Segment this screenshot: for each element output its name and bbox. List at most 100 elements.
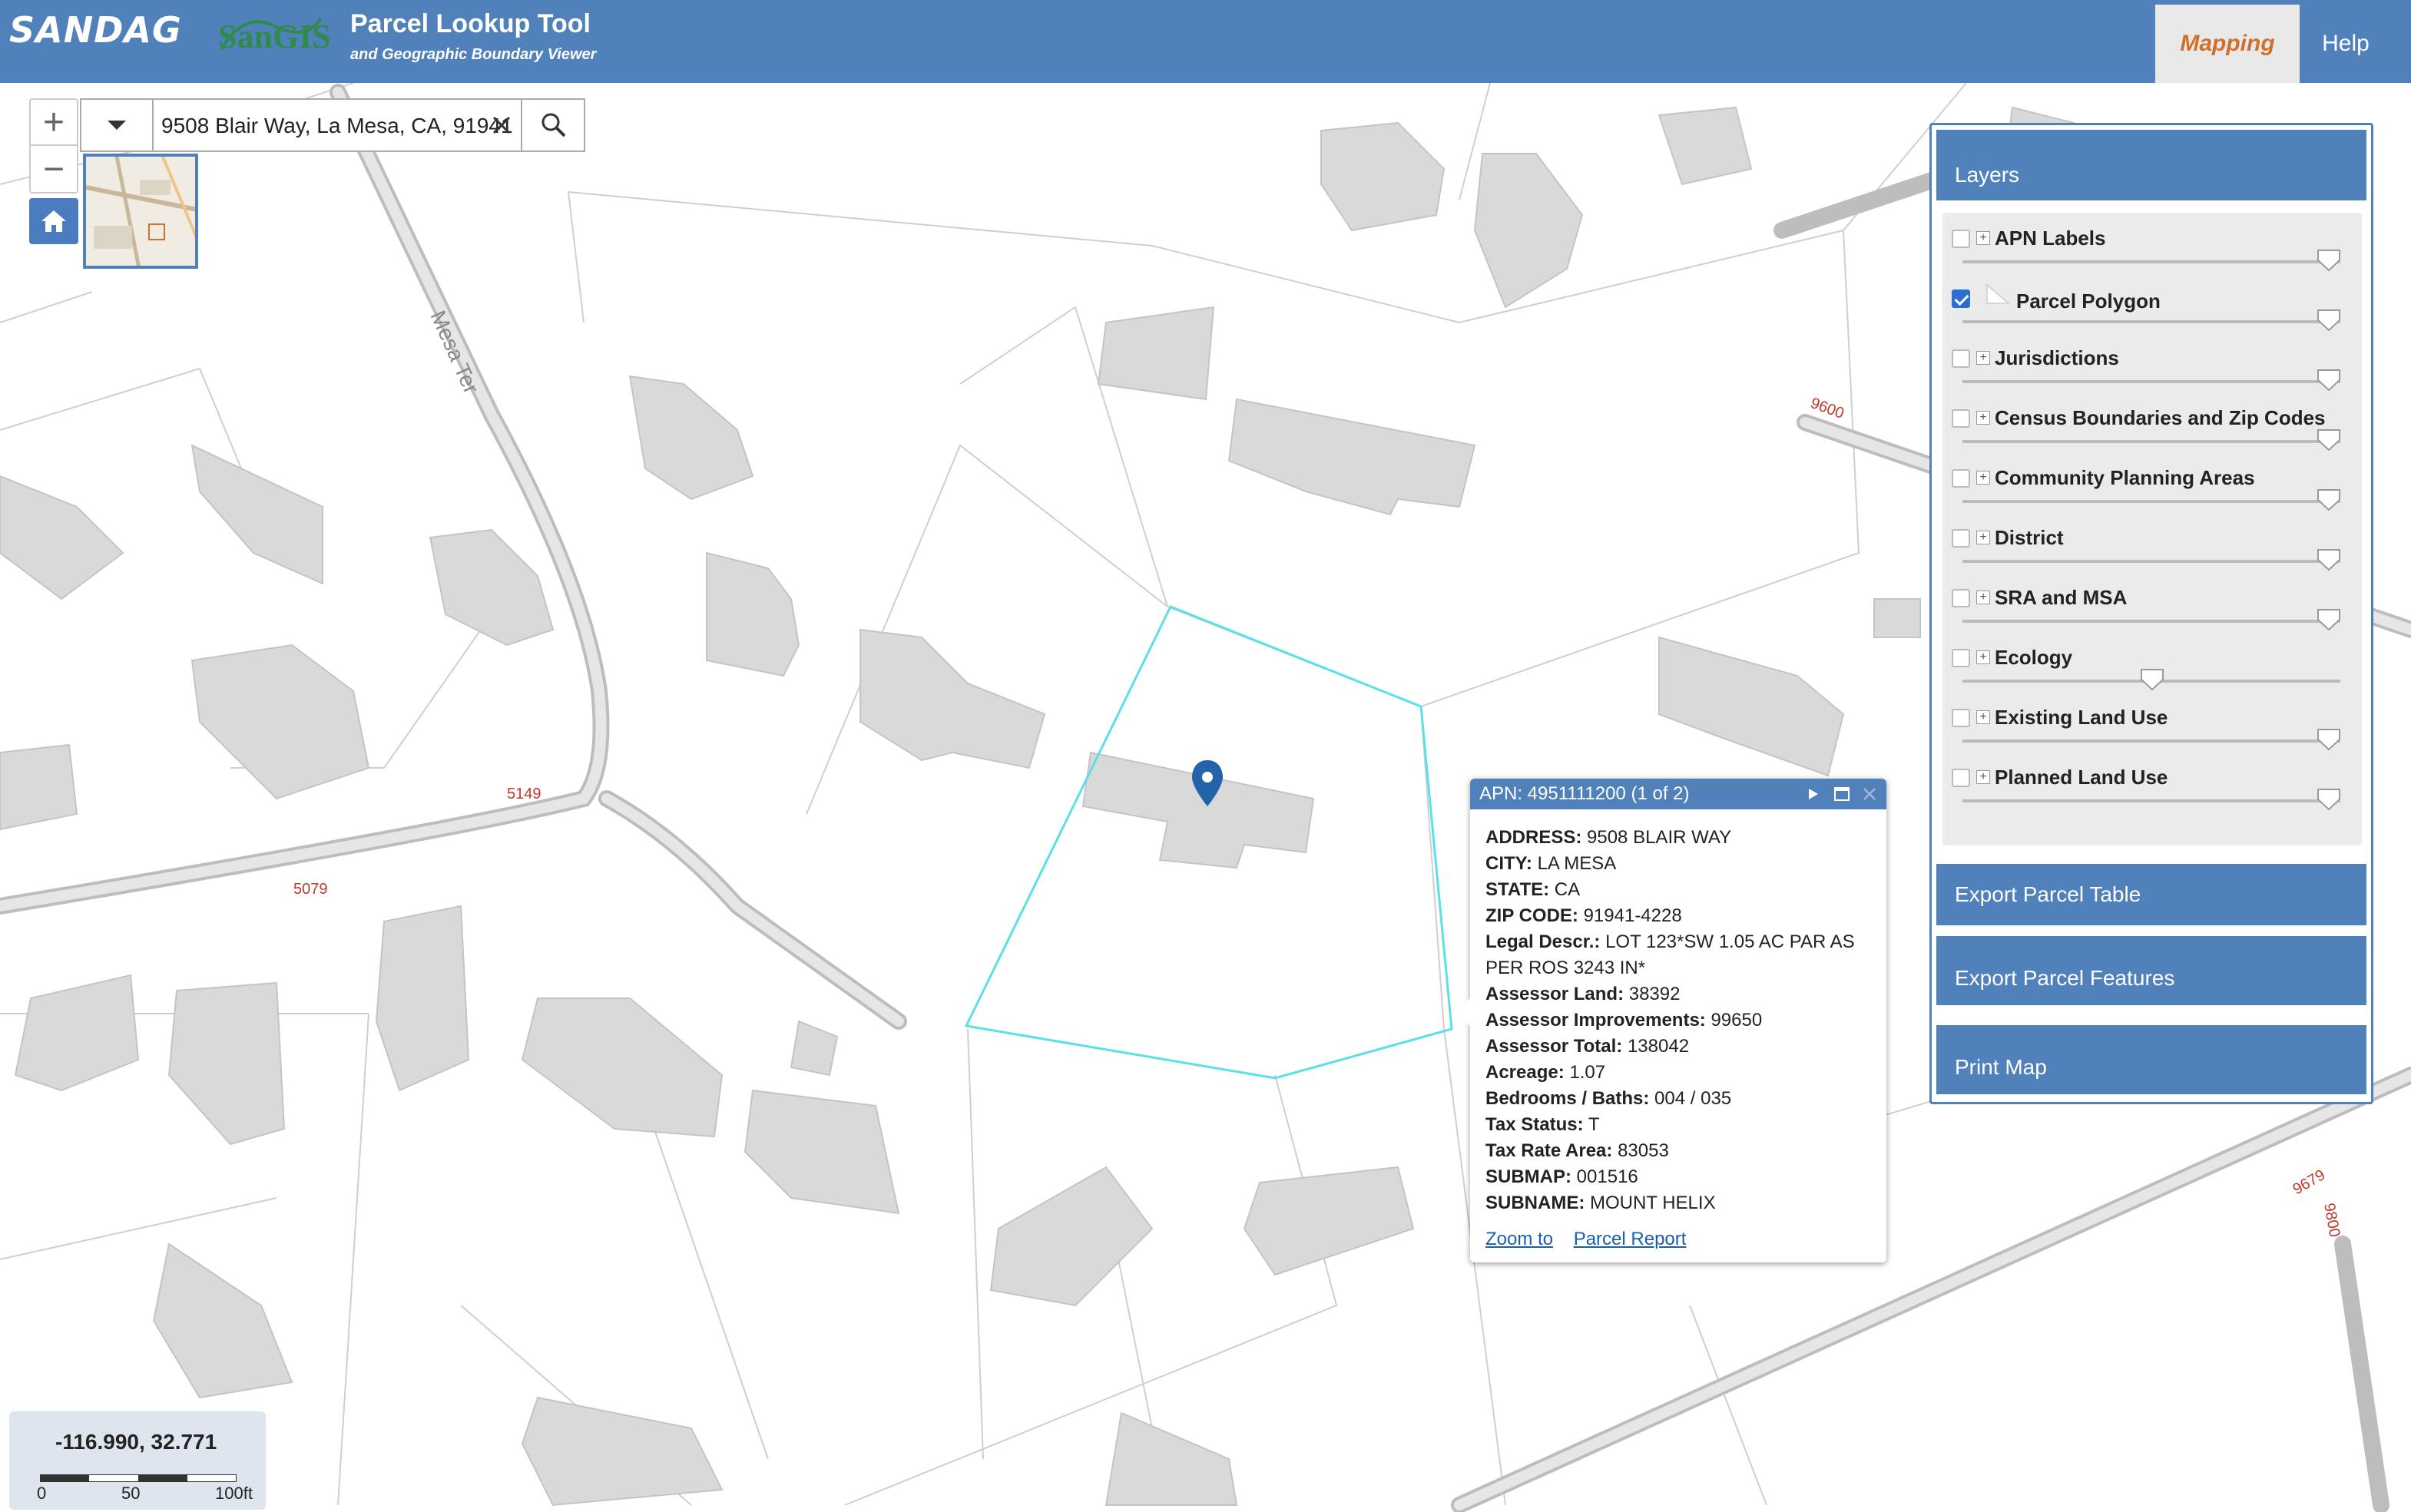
layer-checkbox-apn-labels[interactable] [1952,230,1970,248]
opacity-slider[interactable] [1962,489,2340,511]
layer-checkbox-district[interactable] [1952,529,1970,548]
next-feature-button[interactable] [1802,783,1823,805]
clear-search-button[interactable] [482,100,521,151]
layer-label: District [1995,526,2064,549]
scale-label-100ft: 100ft [215,1484,253,1503]
map-label-9679: 9679 [2290,1166,2329,1198]
app-title: Parcel Lookup Tool [350,9,591,38]
opacity-slider[interactable] [1962,429,2340,451]
expand-icon[interactable]: + [1976,531,1990,544]
expand-icon[interactable]: + [1976,351,1990,365]
layers-header[interactable]: Layers [1936,130,2366,200]
layer-checkbox-existing-land-use[interactable] [1952,709,1970,727]
layer-row-district: + District [1942,512,2362,572]
layer-label: Census Boundaries and Zip Codes [1995,406,2326,429]
zoom-in-button[interactable]: + [31,100,77,146]
zoom-out-button[interactable]: − [31,146,77,192]
opacity-slider[interactable] [1962,609,2340,630]
popup-links: Zoom to Parcel Report [1485,1229,1701,1250]
expand-icon[interactable]: + [1976,770,1990,784]
opacity-slider[interactable] [1962,309,2340,331]
sandag-logo: SANDAG [9,9,182,51]
popup-title: APN: 4951111200 (1 of 2) [1470,779,1886,809]
map-label-5079: 5079 [293,881,328,898]
opacity-slider[interactable] [1962,250,2340,271]
home-button[interactable] [29,198,78,244]
layer-checkbox-parcel-polygon[interactable] [1952,289,1970,308]
layer-label: Existing Land Use [1995,706,2168,729]
layer-checkbox-sra-msa[interactable] [1952,589,1970,607]
scale-label-0: 0 [37,1484,47,1503]
expand-icon[interactable]: + [1976,411,1990,425]
popup-field-row: ADDRESS: 9508 BLAIR WAY [1485,827,1732,848]
search-button[interactable] [521,100,585,151]
layer-row-jurisdictions: + Jurisdictions [1942,333,2362,392]
maximize-icon [1834,787,1850,801]
layer-label: APN Labels [1995,227,2106,250]
export-parcel-table-button[interactable]: Export Parcel Table [1936,864,2366,925]
layer-row-existing-land-use: + Existing Land Use [1942,692,2362,752]
sangis-logo: SanGIS [214,3,331,65]
popup-field-row: SUBMAP: 001516 [1485,1166,1638,1187]
expand-icon[interactable]: + [1976,231,1990,245]
app-subtitle: and Geographic Boundary Viewer [350,46,597,63]
expand-icon[interactable]: + [1976,591,1990,604]
search-source-dropdown[interactable] [81,100,154,151]
opacity-slider[interactable] [1962,669,2340,690]
expand-icon[interactable]: + [1976,471,1990,485]
expand-icon[interactable]: + [1976,650,1990,664]
layer-checkbox-jurisdictions[interactable] [1952,349,1970,368]
zoom-controls: + − [29,98,78,194]
layer-checkbox-ecology[interactable] [1952,649,1970,667]
layer-row-community-planning: + Community Planning Areas [1942,452,2362,512]
zoom-to-link[interactable]: Zoom to [1485,1229,1553,1249]
app-header: SANDAG SanGIS Parcel Lookup Tool and Geo… [0,0,2411,83]
scale-label-50: 50 [121,1484,141,1503]
opacity-slider[interactable] [1962,729,2340,750]
layer-label: Planned Land Use [1995,766,2168,789]
opacity-slider[interactable] [1962,549,2340,571]
popup-fields: ADDRESS: 9508 BLAIR WAY CITY: LA MESA ST… [1485,825,1877,1216]
close-popup-button[interactable] [1859,783,1880,805]
popup-title-text: APN: 4951111200 (1 of 2) [1479,783,1690,804]
map-label-5149: 5149 [507,786,541,802]
parcel-report-link[interactable]: Parcel Report [1574,1229,1687,1249]
opacity-slider[interactable] [1962,789,2340,810]
search-bar [80,98,585,152]
svg-text:SanGIS: SanGIS [218,18,329,55]
popup-field-row: ZIP CODE: 91941-4228 [1485,905,1682,926]
popup-field-row: Tax Status: T [1485,1114,1600,1135]
chevron-down-icon [108,121,126,130]
popup-field-row: SUBNAME: MOUNT HELIX [1485,1193,1716,1213]
layer-checkbox-census[interactable] [1952,409,1970,428]
search-icon [541,113,566,137]
overview-map[interactable] [83,154,198,269]
layer-row-apn-labels: + APN Labels [1942,213,2362,273]
layer-checkbox-community-planning[interactable] [1952,469,1970,488]
opacity-slider[interactable] [1962,369,2340,391]
layer-label: Community Planning Areas [1995,466,2255,489]
layers-list: + APN Labels Parcel Polygon + Jurisdicti… [1942,213,2362,845]
export-parcel-features-button[interactable]: Export Parcel Features [1936,936,2366,1005]
parcel-info-popup: APN: 4951111200 (1 of 2) ADDRESS: 9508 B… [1456,779,1886,1262]
popup-field-row: Assessor Land: 38392 [1485,984,1681,1004]
popup-field-row: Legal Descr.: LOT 123*SW 1.05 AC PAR AS … [1485,931,1855,978]
layer-label: SRA and MSA [1995,586,2128,609]
layers-panel: Layers + APN Labels Parcel Polygon + Jur… [1929,123,2373,1104]
layer-checkbox-planned-land-use[interactable] [1952,769,1970,787]
close-icon [492,116,511,134]
print-map-button[interactable]: Print Map [1936,1025,2366,1094]
layer-row-ecology: + Ecology [1942,632,2362,692]
layer-label: Parcel Polygon [2016,289,2161,313]
expand-icon[interactable]: + [1976,710,1990,724]
popup-field-row: Tax Rate Area: 83053 [1485,1140,1669,1161]
tab-mapping[interactable]: Mapping [2155,5,2300,83]
tab-help[interactable]: Help [2300,5,2392,83]
layer-label: Jurisdictions [1995,346,2119,369]
maximize-button[interactable] [1831,783,1853,805]
popup-field-row: Bedrooms / Baths: 004 / 035 [1485,1088,1732,1109]
popup-field-row: Assessor Improvements: 99650 [1485,1010,1763,1031]
coordinate-readout: -116.990, 32.771 [55,1430,217,1454]
coordinates-scale-box: -116.990, 32.771 0 50 100ft [9,1411,266,1510]
map-label-9800: 9800 [2320,1202,2343,1239]
